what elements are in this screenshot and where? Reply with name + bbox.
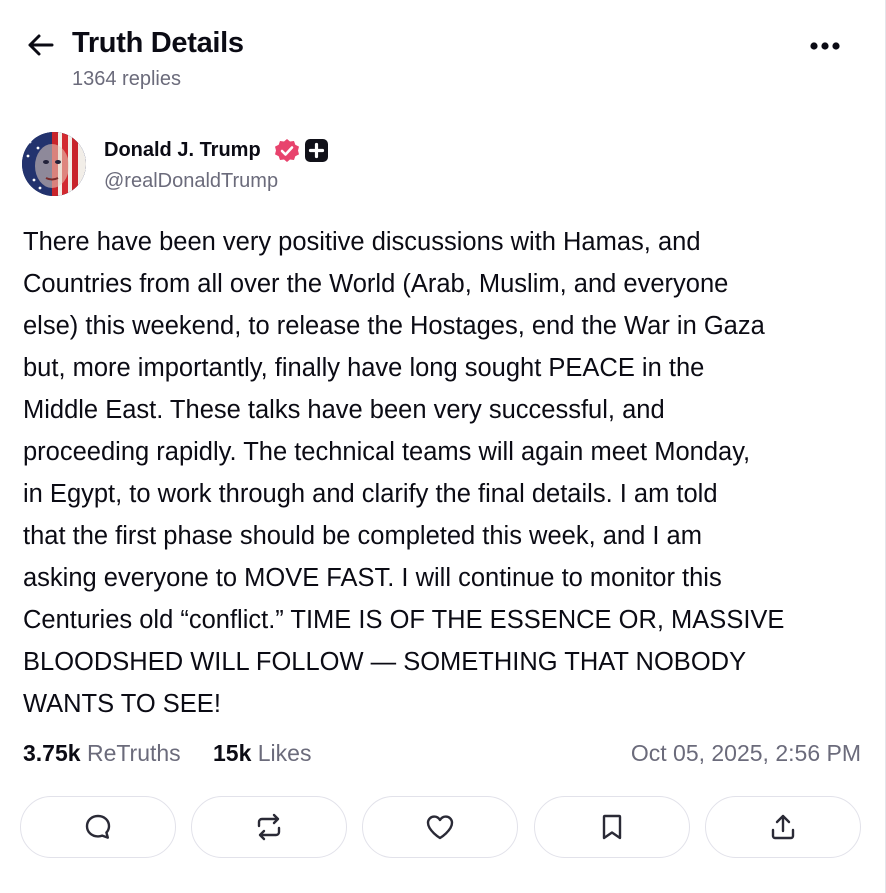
likes-label: Likes (257, 740, 312, 766)
reply-button[interactable] (20, 796, 176, 858)
share-button[interactable] (705, 796, 861, 858)
retruths-stat[interactable]: 3.75k ReTruths (23, 740, 181, 767)
reply-count: 1364 replies (72, 68, 181, 90)
plus-badge-icon (305, 139, 328, 162)
retruth-repeat-icon (257, 813, 281, 841)
arrow-left-icon (28, 34, 54, 56)
post-timestamp: Oct 05, 2025, 2:56 PM (630, 740, 861, 766)
author-name[interactable]: Donald J. Trump (104, 139, 261, 162)
likes-count: 15k (213, 740, 252, 766)
reply-bubble-icon (85, 814, 111, 839)
like-button[interactable] (362, 796, 518, 858)
share-upload-icon (771, 814, 795, 840)
page-title: Truth Details (72, 27, 244, 59)
avatar[interactable] (22, 132, 86, 196)
likes-stat[interactable]: 15k Likes (213, 740, 311, 767)
post-author: Donald J. Trump @realDonaldTrump (22, 132, 862, 202)
more-horizontal-icon (810, 42, 840, 50)
back-button[interactable] (22, 28, 58, 62)
retruth-button[interactable] (191, 796, 347, 858)
retruths-count: 3.75k (23, 740, 81, 766)
verified-badge-icon (275, 139, 299, 162)
post-stats: 3.75k ReTruths 15k Likes Oct 05, 2025, 2… (23, 738, 863, 772)
bookmark-button[interactable] (534, 796, 690, 858)
page-header: Truth Details 1364 replies (0, 0, 886, 110)
bookmark-icon (602, 814, 622, 840)
author-handle[interactable]: @realDonaldTrump (104, 170, 278, 193)
more-options-button[interactable] (804, 28, 846, 64)
heart-icon (426, 815, 454, 840)
post-text: There have been very positive discussion… (23, 228, 785, 718)
post-actions (20, 796, 866, 860)
retruths-label: ReTruths (86, 740, 181, 766)
